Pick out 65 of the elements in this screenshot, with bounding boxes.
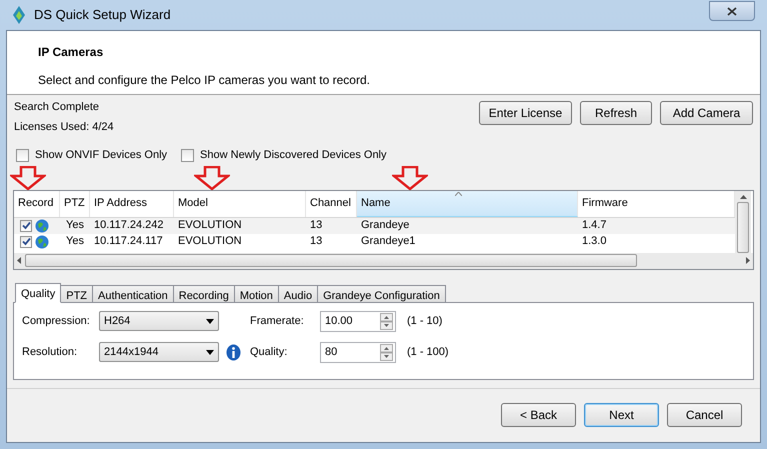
- horizontal-scrollbar[interactable]: [14, 252, 753, 268]
- down-arrow-icon: [392, 166, 428, 190]
- table-cell-text: 10.117.24.117: [93, 234, 164, 250]
- button[interactable]: Next: [584, 403, 659, 428]
- table-cell-text: Yes: [65, 218, 85, 234]
- info-icon: [226, 344, 241, 360]
- field-label: Framerate:: [250, 314, 305, 329]
- table-cell-text: Grandeye1: [360, 234, 416, 250]
- page-heading: IP Cameras: [38, 44, 104, 61]
- status-text: Search Complete: [14, 100, 100, 115]
- spin-field[interactable]: 10.00: [320, 310, 396, 332]
- button[interactable]: Enter License: [479, 101, 572, 125]
- tab[interactable]: Motion: [234, 284, 279, 302]
- button[interactable]: Cancel: [667, 403, 742, 428]
- spinner-arrows-icon: [380, 344, 393, 360]
- checkbox-label: Show Newly Discovered Devices Only: [200, 148, 386, 163]
- checkbox-label: Show ONVIF Devices Only: [35, 148, 168, 163]
- table-cell-text: 13: [309, 218, 324, 234]
- tab[interactable]: Quality: [15, 282, 62, 302]
- table-cell-text: 1.4.7: [581, 218, 608, 234]
- range-hint: (1 - 10): [407, 314, 442, 329]
- field-label: Compression:: [22, 314, 91, 329]
- down-arrow-icon: [194, 166, 230, 190]
- table-cell-text: Grandeye: [360, 218, 410, 234]
- range-hint: (1 - 100): [407, 344, 449, 360]
- page-description: Select and configure the Pelco IP cameras you want to record.: [38, 72, 371, 89]
- close-icon: [727, 6, 737, 16]
- window-title: DS Quick Setup Wizard: [34, 6, 172, 24]
- caret-down-icon: [206, 350, 214, 354]
- column-header[interactable]: Name: [357, 190, 578, 216]
- table-cell-text: 13: [309, 234, 324, 250]
- button[interactable]: Refresh: [580, 101, 652, 125]
- tab[interactable]: Recording: [172, 284, 235, 302]
- spinner-arrows-icon: [380, 312, 393, 330]
- tab[interactable]: Authentication: [92, 284, 174, 302]
- close-button[interactable]: [709, 1, 755, 21]
- vertical-scrollbar[interactable]: [735, 190, 751, 252]
- status-text: Licenses Used: 4/24: [14, 120, 115, 134]
- dropdown[interactable]: H264: [99, 311, 219, 331]
- spin-field[interactable]: 80: [320, 342, 396, 362]
- scroll-right-icon: [746, 257, 750, 264]
- tab[interactable]: PTZ: [60, 284, 94, 302]
- tab[interactable]: Grandeye Configuration: [317, 284, 446, 302]
- checkbox[interactable]: [20, 236, 32, 248]
- globe-icon: [35, 234, 49, 248]
- field-label: Resolution:: [22, 344, 78, 360]
- table-cell-text: EVOLUTION: [177, 218, 243, 234]
- checkbox[interactable]: [20, 220, 32, 232]
- tab[interactable]: Audio: [278, 284, 318, 302]
- table-cell-text: 1.3.0: [581, 234, 608, 250]
- globe-icon: [35, 218, 49, 232]
- field-label: Quality:: [250, 344, 288, 360]
- table-cell-text: Yes: [65, 234, 85, 250]
- dropdown[interactable]: 2144x1944: [99, 342, 219, 362]
- checkbox[interactable]: [16, 148, 29, 162]
- table-cell-text: EVOLUTION: [177, 234, 243, 250]
- checkbox[interactable]: [181, 148, 194, 162]
- button[interactable]: Add Camera: [660, 101, 753, 125]
- app-logo-icon: [12, 6, 26, 24]
- down-arrow-icon: [10, 166, 46, 190]
- caret-down-icon: [206, 318, 214, 324]
- button[interactable]: < Back: [501, 403, 576, 428]
- scroll-left-icon: [17, 257, 21, 264]
- table-cell-text: 10.117.24.242: [93, 218, 165, 234]
- scroll-up-icon: [740, 194, 746, 198]
